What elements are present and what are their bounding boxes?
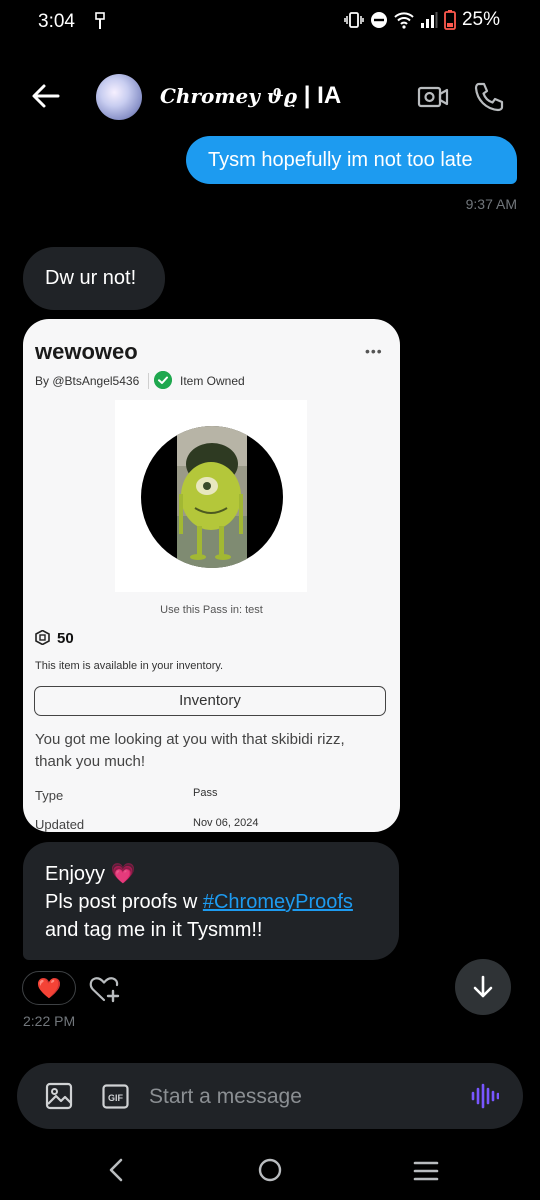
message-line-3: and tag me in it Tysmm!! [45,919,263,941]
owned-label: Item Owned [180,374,245,388]
video-call-icon[interactable] [416,80,450,114]
vibrate-icon [344,12,364,28]
usb-icon [95,12,105,29]
wifi-icon [394,12,414,29]
avatar[interactable] [96,74,142,120]
battery-icon [444,10,456,30]
use-pass-text: Use this Pass in: test [160,604,263,616]
arrow-down-icon [473,975,493,998]
voice-message-icon[interactable] [471,1083,499,1109]
item-price: 50 [57,630,74,647]
heart-reaction[interactable]: ❤️ [22,971,76,1005]
phone-call-icon[interactable] [472,80,506,114]
updated-label: Updated [35,817,85,832]
item-thumbnail-image [141,426,283,568]
contact-name-suffix: | IA [297,82,342,109]
incoming-message-2[interactable]: Enjoyy 💗 Pls post proofs w #ChromeyProof… [23,842,399,960]
gif-label: GIF [108,1093,124,1103]
nav-home-icon[interactable] [258,1158,282,1182]
message-line-2-prefix: Pls post proofs w [45,891,203,913]
incoming-timestamp: 2:22 PM [23,1013,76,1029]
status-bar: 3:04 25% [0,0,540,46]
status-time: 3:04 [38,11,75,32]
gif-button[interactable]: GIF [102,1084,129,1109]
gif-icon: GIF [102,1084,129,1109]
image-icon[interactable] [45,1082,73,1110]
item-title: wewoweo [35,339,138,364]
more-options-icon: ••• [365,343,383,359]
hashtag-link[interactable]: #ChromeyProofs [203,891,353,913]
message-input[interactable] [147,1077,461,1117]
type-value: Pass [193,787,218,799]
nav-back-icon[interactable] [104,1157,128,1183]
item-thumbnail [115,400,307,592]
outgoing-timestamp: 9:37 AM [465,196,517,212]
item-description: You got me looking at you with that skib… [35,731,345,770]
signal-icon [420,12,438,28]
updated-value: Nov 06, 2024 [193,817,259,829]
availability-text: This item is available in your inventory… [35,660,224,672]
robux-icon [35,630,50,645]
contact-name-script: Chromey ϑϱ [160,84,298,108]
type-label: Type [35,788,64,803]
back-arrow-icon[interactable] [30,80,62,112]
item-card[interactable]: wewoweo ••• By @BtsAngel5436 Item Owned [23,319,400,832]
battery-percent: 25% [461,9,500,30]
heart-icon: ❤️ [36,977,62,1000]
add-reaction-icon[interactable] [88,974,120,1004]
message-line-1: Enjoyy 💗 [45,863,136,885]
item-creator: By @BtsAngel5436 [35,374,140,388]
incoming-message[interactable]: Dw ur not! [23,247,165,310]
scroll-to-bottom-button[interactable] [455,959,511,1015]
check-icon [154,371,172,389]
do-not-disturb-icon [370,12,387,28]
nav-menu-icon[interactable] [413,1160,439,1182]
contact-name[interactable]: Chromey ϑϱ | IA [160,82,341,110]
inventory-button[interactable]: Inventory [34,686,386,716]
message-composer: GIF [17,1063,523,1129]
outgoing-message[interactable]: Tysm hopefully im not too late [186,136,517,184]
status-indicators: 25% [344,9,500,31]
message-line-2: Pls post proofs w #ChromeyProofs [45,888,377,916]
divider [148,373,149,389]
